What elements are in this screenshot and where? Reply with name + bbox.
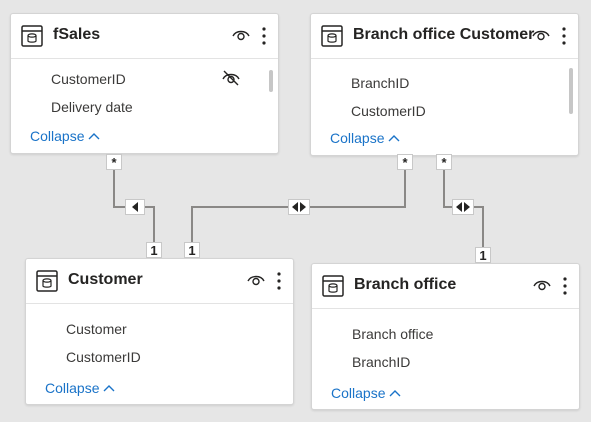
field-customerid[interactable]: CustomerID (66, 349, 141, 365)
field-delivery-date[interactable]: Delivery date (51, 99, 133, 115)
cardinality-one-marker[interactable]: 1 (184, 242, 200, 258)
collapse-link[interactable]: Collapse (330, 130, 400, 146)
arrow-left-icon (132, 202, 138, 212)
more-options-icon[interactable] (562, 276, 568, 296)
table-card-header[interactable]: fSales (11, 14, 278, 59)
collapse-label: Collapse (331, 385, 386, 401)
collapse-link[interactable]: Collapse (30, 128, 100, 144)
scrollbar[interactable] (569, 68, 573, 114)
field-branchid[interactable]: BranchID (352, 354, 410, 370)
eye-icon[interactable] (532, 28, 550, 42)
cross-filter-both-indicator[interactable] (288, 199, 310, 215)
table-card-header[interactable]: Branch office Customer (311, 14, 578, 59)
double-arrow-icon (456, 202, 470, 212)
field-branchid[interactable]: BranchID (351, 75, 409, 91)
field-customerid[interactable]: CustomerID (351, 103, 426, 119)
table-title: fSales (53, 26, 101, 43)
double-arrow-icon (292, 202, 306, 212)
table-title: Branch office Customer (353, 26, 535, 43)
chevron-up-icon (388, 135, 400, 142)
cardinality-many-marker[interactable]: * (106, 154, 122, 170)
cardinality-many-marker[interactable]: * (436, 154, 452, 170)
table-card-header[interactable]: Branch office (312, 264, 579, 309)
chevron-up-icon (88, 133, 100, 140)
cross-filter-both-indicator[interactable] (452, 199, 474, 215)
eye-icon[interactable] (247, 273, 265, 287)
chevron-up-icon (389, 390, 401, 397)
field-customer[interactable]: Customer (66, 321, 127, 337)
more-options-icon[interactable] (261, 26, 267, 46)
collapse-label: Collapse (330, 130, 385, 146)
eye-slash-icon[interactable] (221, 70, 241, 86)
table-card-header[interactable]: Customer (26, 259, 293, 304)
more-options-icon[interactable] (561, 26, 567, 46)
scrollbar[interactable] (269, 70, 273, 92)
table-icon (321, 25, 343, 47)
table-icon (21, 25, 43, 47)
field-branch-office[interactable]: Branch office (352, 326, 433, 342)
table-card-customer[interactable]: Customer Customer CustomerID Collapse (25, 258, 294, 405)
more-options-icon[interactable] (276, 271, 282, 291)
collapse-label: Collapse (30, 128, 85, 144)
field-customerid[interactable]: CustomerID (51, 71, 126, 87)
cardinality-many-marker[interactable]: * (397, 154, 413, 170)
collapse-link[interactable]: Collapse (45, 380, 115, 396)
chevron-up-icon (103, 385, 115, 392)
cardinality-one-marker[interactable]: 1 (146, 242, 162, 258)
table-title: Branch office (354, 276, 457, 293)
cardinality-one-marker[interactable]: 1 (475, 247, 491, 263)
eye-icon[interactable] (533, 278, 551, 292)
collapse-link[interactable]: Collapse (331, 385, 401, 401)
table-icon (36, 270, 58, 292)
table-title: Customer (68, 271, 143, 288)
table-card-branch-office[interactable]: Branch office Branch office BranchID Col… (311, 263, 580, 410)
model-canvas[interactable]: fSales CustomerID Delivery date Collapse (0, 0, 591, 422)
cross-filter-single-indicator[interactable] (125, 199, 145, 215)
collapse-label: Collapse (45, 380, 100, 396)
table-icon (322, 275, 344, 297)
eye-icon[interactable] (232, 28, 250, 42)
table-card-fsales[interactable]: fSales CustomerID Delivery date Collapse (10, 13, 279, 154)
table-card-branch-office-customer[interactable]: Branch office Customer BranchID Customer… (310, 13, 579, 156)
